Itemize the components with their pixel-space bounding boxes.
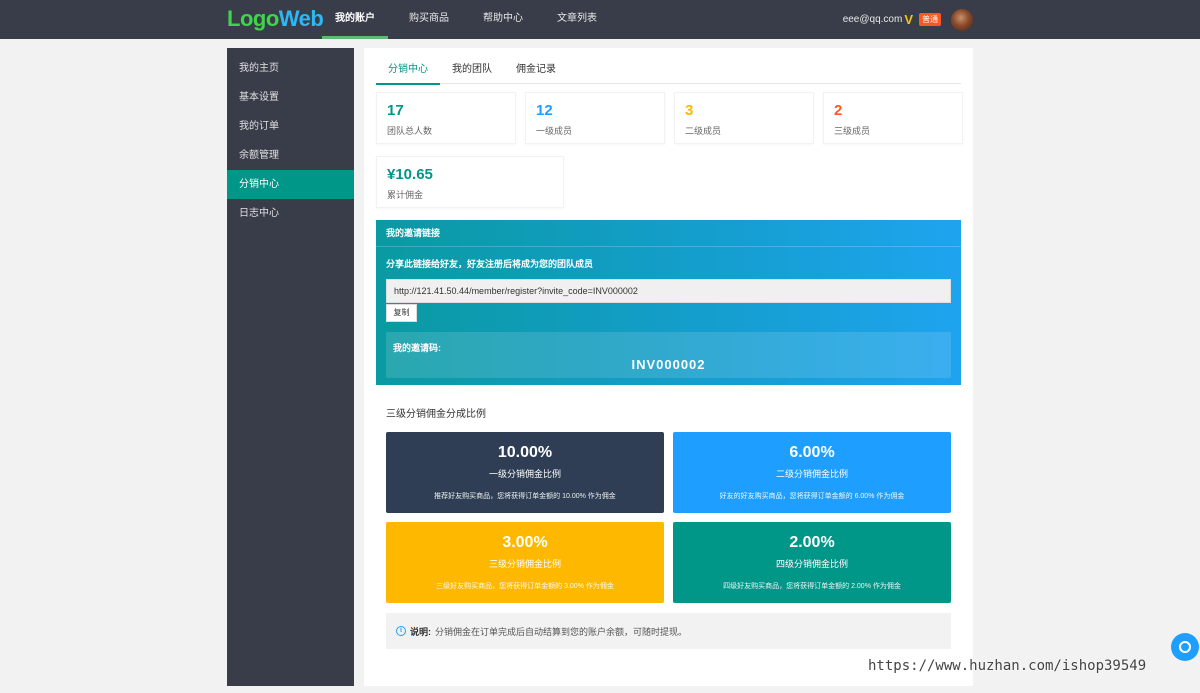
- info-icon: i: [396, 626, 406, 636]
- top-header: LogoWeb 我的账户 购买商品 帮助中心 文章列表 eee@qq.com V…: [0, 0, 1200, 39]
- ratio-name: 二级分销佣金比例: [775, 469, 848, 479]
- sidebar-item-home[interactable]: 我的主页: [227, 54, 354, 83]
- main-panel: 分销中心 我的团队 佣金记录 17 团队总人数 12 一级成员 3 二级成员 2…: [364, 48, 973, 686]
- ratio-card-level4: 2.00% 四级分销佣金比例 四级好友购买商品，您将获得订单金额的 2.00% …: [673, 522, 951, 603]
- ratio-name: 四级分销佣金比例: [775, 559, 848, 569]
- info-note: i 说明: 分销佣金在订单完成后自动结算到您的账户余额，可随时提现。: [386, 613, 951, 649]
- stat-value: ¥10.65: [387, 166, 433, 183]
- sidebar: 我的主页 基本设置 我的订单 余额管理 分销中心 日志中心: [227, 48, 354, 686]
- stat-label: 三级成员: [834, 126, 871, 136]
- main-nav: 我的账户 购买商品 帮助中心 文章列表: [322, 0, 618, 39]
- vip-icon: V: [904, 12, 913, 27]
- sidebar-item-logs[interactable]: 日志中心: [227, 199, 354, 228]
- sidebar-item-settings[interactable]: 基本设置: [227, 83, 354, 112]
- note-text: 分销佣金在订单完成后自动结算到您的账户余额，可随时提现。: [435, 626, 688, 637]
- nav-my-account[interactable]: 我的账户: [322, 0, 388, 39]
- ratio-section-title: 三级分销佣金分成比例: [386, 409, 486, 420]
- invite-title: 我的邀请链接: [376, 220, 961, 247]
- stat-level2: 3 二级成员: [674, 92, 814, 144]
- stat-value: 2: [834, 102, 843, 119]
- ratio-percent: 3.00%: [502, 534, 548, 551]
- note-label: 说明:: [410, 626, 431, 637]
- stat-value: 17: [387, 102, 404, 119]
- ratio-percent: 10.00%: [497, 444, 553, 461]
- ratio-name: 三级分销佣金比例: [488, 559, 561, 569]
- invite-tip: 分享此链接给好友，好友注册后将成为您的团队成员: [386, 259, 594, 269]
- ratio-name: 一级分销佣金比例: [488, 469, 561, 479]
- ratio-desc: 四级好友购买商品，您将获得订单金额的 2.00% 作为佣金: [723, 583, 901, 590]
- stat-total-commission: ¥10.65 累计佣金: [376, 156, 564, 208]
- logo-text-part1: Logo: [227, 6, 279, 31]
- chat-icon[interactable]: [1171, 633, 1199, 661]
- stat-label: 团队总人数: [387, 126, 433, 136]
- tab-commission-records[interactable]: 佣金记录: [504, 58, 568, 84]
- ratio-percent: 2.00%: [789, 534, 835, 551]
- watermark: https://www.huzhan.com/ishop39549: [868, 658, 1147, 674]
- nav-article-list[interactable]: 文章列表: [544, 0, 610, 39]
- logo-text-part2: Web: [278, 6, 324, 31]
- stat-value: 3: [685, 102, 694, 119]
- stat-label: 二级成员: [685, 126, 722, 136]
- invite-code-box: 我的邀请码: INV000002: [386, 332, 951, 378]
- invite-code-label: 我的邀请码:: [393, 343, 441, 353]
- invite-link-panel: 我的邀请链接 分享此链接给好友，好友注册后将成为您的团队成员 http://12…: [376, 220, 961, 385]
- ratio-percent: 6.00%: [789, 444, 835, 461]
- sidebar-item-orders[interactable]: 我的订单: [227, 112, 354, 141]
- stat-label: 一级成员: [536, 126, 573, 136]
- ratio-desc: 好友的好友购买商品，您将获得订单金额的 6.00% 作为佣金: [719, 493, 905, 500]
- stat-label: 累计佣金: [387, 190, 424, 200]
- nav-help-center[interactable]: 帮助中心: [470, 0, 536, 39]
- user-menu[interactable]: eee@qq.com V 普通: [843, 0, 973, 39]
- tab-my-team[interactable]: 我的团队: [440, 58, 504, 84]
- invite-link-field[interactable]: http://121.41.50.44/member/register?invi…: [386, 279, 951, 303]
- sidebar-item-balance[interactable]: 余额管理: [227, 141, 354, 170]
- ratio-card-level2: 6.00% 二级分销佣金比例 好友的好友购买商品，您将获得订单金额的 6.00%…: [673, 432, 951, 513]
- copy-button[interactable]: 复制: [386, 304, 417, 322]
- stat-level3: 2 三级成员: [823, 92, 963, 144]
- stat-value: 12: [536, 102, 553, 119]
- ratio-card-level3: 3.00% 三级分销佣金比例 三级好友购买商品，您将获得订单金额的 3.00% …: [386, 522, 664, 603]
- avatar[interactable]: [951, 8, 973, 31]
- nav-buy-products[interactable]: 购买商品: [396, 0, 462, 39]
- stat-level1: 12 一级成员: [525, 92, 665, 144]
- logo[interactable]: LogoWeb: [227, 6, 324, 32]
- ratio-desc: 三级好友购买商品，您将获得订单金额的 3.00% 作为佣金: [436, 583, 614, 590]
- tab-bar: 分销中心 我的团队 佣金记录: [376, 58, 961, 85]
- user-level-badge: 普通: [919, 13, 941, 26]
- stat-team-total: 17 团队总人数: [376, 92, 516, 144]
- tab-distribution-center[interactable]: 分销中心: [376, 58, 440, 85]
- invite-code-value: INV000002: [631, 357, 706, 372]
- ratio-card-level1: 10.00% 一级分销佣金比例 推荐好友购买商品，您将获得订单金额的 10.00…: [386, 432, 664, 513]
- sidebar-item-distribution[interactable]: 分销中心: [227, 170, 354, 199]
- ratio-desc: 推荐好友购买商品，您将获得订单金额的 10.00% 作为佣金: [434, 493, 616, 500]
- user-email[interactable]: eee@qq.com: [843, 14, 903, 25]
